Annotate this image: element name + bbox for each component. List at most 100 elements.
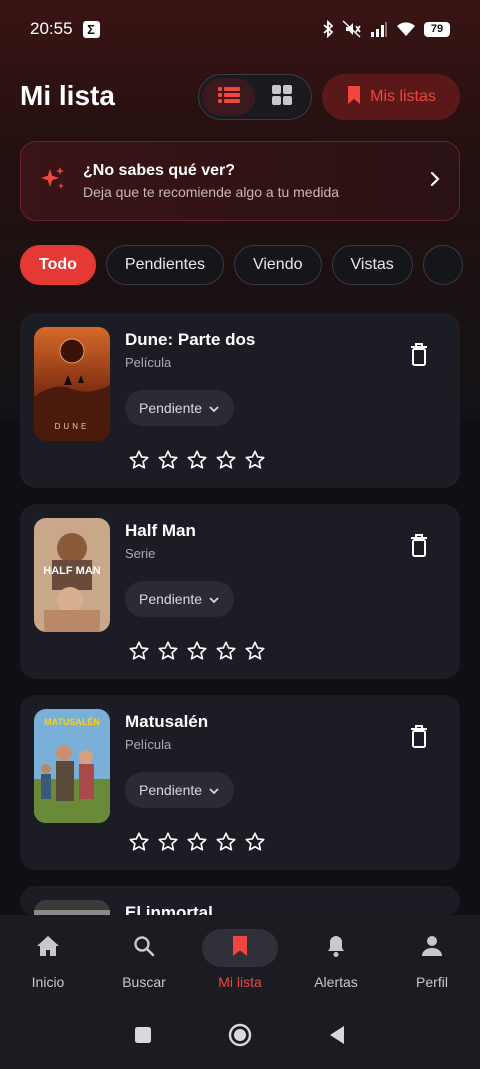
- filter-chip-pendientes[interactable]: Pendientes: [105, 245, 224, 285]
- signal-icon: [370, 21, 388, 37]
- star-icon[interactable]: [157, 831, 179, 853]
- list-item[interactable]: HALF MAN Half Man Serie Pendiente: [20, 504, 460, 679]
- star-icon[interactable]: [244, 640, 266, 662]
- my-lists-label: Mis listas: [370, 88, 436, 105]
- mute-icon: [342, 20, 362, 38]
- star-icon[interactable]: [215, 831, 237, 853]
- page-title: Mi lista: [20, 80, 115, 111]
- battery-indicator: 79: [424, 21, 450, 37]
- star-icon[interactable]: [215, 640, 237, 662]
- filter-chip-viendo[interactable]: Viendo: [233, 245, 322, 285]
- back-button-icon[interactable]: [328, 1025, 346, 1050]
- bookmark-icon: [346, 85, 362, 110]
- poster-title-text: HALF MAN: [43, 565, 100, 577]
- star-icon[interactable]: [157, 449, 179, 471]
- star-icon[interactable]: [128, 831, 150, 853]
- recommendation-banner[interactable]: ¿No sabes qué ver? Deja que te recomiend…: [20, 141, 460, 221]
- list-item[interactable]: DUNE Dune: Parte dos Película Pendiente: [20, 313, 460, 488]
- recommendation-subtitle: Deja que te recomiende algo a tu medida: [83, 184, 340, 200]
- bell-icon: [326, 934, 346, 963]
- nav-mi-lista[interactable]: Mi lista: [192, 929, 288, 990]
- nav-label: Perfil: [416, 974, 448, 990]
- nav-label: Mi lista: [218, 974, 262, 990]
- bluetooth-icon: [322, 20, 334, 38]
- star-icon[interactable]: [186, 831, 208, 853]
- filter-chip-todo[interactable]: Todo: [20, 245, 96, 285]
- delete-button[interactable]: [410, 725, 428, 754]
- star-icon[interactable]: [244, 449, 266, 471]
- home-icon: [36, 935, 60, 962]
- status-bar: 20:55 Σ 79: [0, 0, 480, 58]
- star-icon[interactable]: [215, 449, 237, 471]
- star-icon[interactable]: [128, 640, 150, 662]
- nav-perfil[interactable]: Perfil: [384, 929, 480, 990]
- nav-label: Inicio: [31, 974, 65, 990]
- status-time: 20:55: [30, 19, 73, 38]
- sparkle-icon: [39, 165, 67, 198]
- item-title: Half Man: [125, 521, 196, 540]
- page-header: Mi lista Mis listas: [20, 74, 460, 120]
- poster-image: [34, 900, 110, 916]
- nav-label: Buscar: [122, 974, 166, 990]
- nav-inicio[interactable]: Inicio: [0, 929, 96, 990]
- grid-view-icon: [271, 84, 293, 111]
- item-title: Dune: Parte dos: [125, 330, 256, 349]
- item-type: Película: [125, 355, 172, 370]
- star-icon[interactable]: [157, 640, 179, 662]
- chevron-down-icon: [208, 782, 220, 798]
- item-type: Película: [125, 737, 172, 752]
- poster-image: HALF MAN: [34, 518, 110, 632]
- nav-label: Alertas: [314, 974, 358, 990]
- filter-chips: Todo Pendientes Viendo Vistas: [20, 245, 480, 285]
- rating-stars: [128, 640, 266, 662]
- poster-title-text: DUNE: [55, 422, 90, 431]
- status-icons: 79: [322, 20, 450, 38]
- status-dropdown[interactable]: Pendiente: [125, 581, 235, 617]
- status-value: Pendiente: [139, 400, 203, 416]
- star-icon[interactable]: [186, 449, 208, 471]
- filter-chip-more[interactable]: [422, 245, 463, 285]
- recommendation-title: ¿No sabes qué ver?: [83, 162, 236, 179]
- chevron-down-icon: [208, 400, 220, 416]
- delete-button[interactable]: [410, 534, 428, 563]
- nav-buscar[interactable]: Buscar: [96, 929, 192, 990]
- trash-icon: [410, 725, 428, 753]
- rating-stars: [128, 449, 266, 471]
- my-lists-button[interactable]: Mis listas: [322, 74, 460, 120]
- chevron-right-icon: [429, 170, 441, 193]
- list-item[interactable]: El inmortal: [20, 886, 460, 916]
- poster-title-text: MATUSALÉN: [44, 717, 100, 727]
- star-icon[interactable]: [186, 640, 208, 662]
- list-view-icon: [217, 86, 240, 109]
- bookmark-icon: [231, 935, 249, 962]
- view-toggle: [198, 74, 312, 120]
- grid-view-button[interactable]: [255, 78, 308, 116]
- list-view-button[interactable]: [202, 78, 255, 116]
- poster-image: DUNE: [34, 327, 110, 441]
- item-title: Matusalén: [125, 712, 209, 731]
- chevron-down-icon: [208, 591, 220, 607]
- filter-chip-vistas[interactable]: Vistas: [331, 245, 413, 285]
- wifi-icon: [396, 21, 416, 37]
- recents-button-icon[interactable]: [134, 1026, 152, 1049]
- home-button-icon[interactable]: [228, 1023, 252, 1052]
- person-icon: [421, 935, 443, 962]
- trash-icon: [410, 343, 428, 371]
- star-icon[interactable]: [244, 831, 266, 853]
- list-item[interactable]: MATUSALÉN Matusalén Película Pendiente: [20, 695, 460, 870]
- star-icon[interactable]: [128, 449, 150, 471]
- status-value: Pendiente: [139, 782, 203, 798]
- bottom-navigation: Inicio Buscar Mi lista Alertas Perfil: [0, 915, 480, 1005]
- notification-app-icon: Σ: [82, 20, 100, 38]
- search-icon: [133, 935, 155, 962]
- rating-stars: [128, 831, 266, 853]
- status-dropdown[interactable]: Pendiente: [125, 772, 235, 808]
- system-navigation: [0, 1005, 480, 1069]
- status-value: Pendiente: [139, 591, 203, 607]
- item-type: Serie: [125, 546, 156, 561]
- poster-image: MATUSALÉN: [34, 709, 110, 823]
- nav-alertas[interactable]: Alertas: [288, 929, 384, 990]
- status-dropdown[interactable]: Pendiente: [125, 390, 235, 426]
- delete-button[interactable]: [410, 343, 428, 372]
- trash-icon: [410, 534, 428, 562]
